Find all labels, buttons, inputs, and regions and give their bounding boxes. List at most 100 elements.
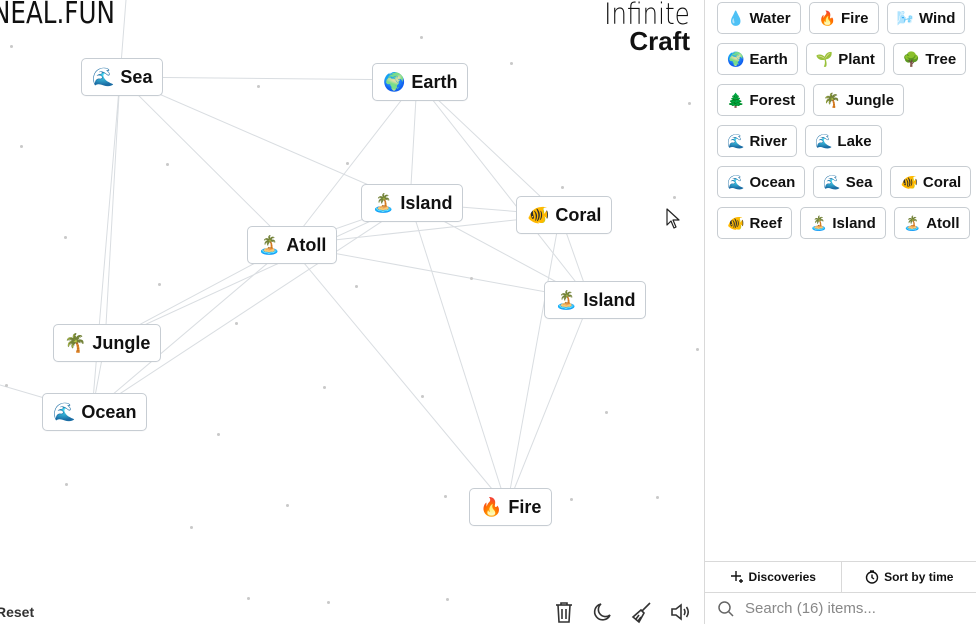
seedling-icon: 🌱 [815, 51, 834, 67]
item-label: Ocean [749, 173, 796, 191]
wave-icon: 🌊 [814, 133, 833, 149]
sidebar-item-forest[interactable]: 🌲 Forest [717, 84, 806, 116]
bg-dot [327, 601, 330, 604]
canvas-element-coral[interactable]: 🐠 Coral [516, 196, 613, 234]
item-label: Coral [922, 173, 962, 191]
sidebar-item-fire[interactable]: 🔥 Fire [808, 2, 879, 34]
wave-icon: 🌊 [727, 174, 745, 190]
item-label: Reef [749, 214, 782, 232]
element-label: Fire [508, 496, 542, 517]
sidebar-item-wind[interactable]: 🌬️ Wind [886, 2, 966, 34]
evergreen-tree-icon: 🌲 [727, 92, 745, 108]
bg-dot [64, 236, 67, 239]
brand-logo[interactable]: NEAL.FUN [0, 0, 115, 31]
canvas-element-atoll[interactable]: 🏝️ Atoll [247, 226, 338, 264]
search-input[interactable] [743, 599, 967, 618]
item-label: Island [832, 214, 876, 232]
wave-icon: 🌊 [53, 402, 76, 422]
sidebar-item-plant[interactable]: 🌱 Plant [805, 43, 885, 75]
sort-label: Sort by time [884, 570, 954, 584]
bg-dot [421, 395, 424, 398]
sidebar-item-earth[interactable]: 🌍 Earth [717, 43, 798, 75]
sidebar-item-ocean[interactable]: 🌊 Ocean [717, 166, 806, 198]
globe-icon: 🌍 [727, 51, 745, 67]
element-label: Sea [120, 66, 153, 87]
element-label: Jungle [92, 332, 151, 353]
fire-icon: 🔥 [818, 10, 836, 26]
trash-icon[interactable] [552, 600, 576, 624]
bg-dot [696, 348, 699, 351]
title-line-2: Craft [629, 26, 690, 56]
item-label: River [749, 132, 787, 150]
sidebar-items: 💧 Water 🔥 Fire 🌬️ Wind 🌍 Earth 🌱 Plant 🌳 [717, 2, 975, 239]
sidebar-item-jungle[interactable]: 🌴 Jungle [813, 84, 905, 116]
sidebar-item-sea[interactable]: 🌊 Sea [813, 166, 883, 198]
element-label: Ocean [81, 401, 137, 422]
bg-dot [20, 145, 23, 148]
bg-dot [420, 36, 423, 39]
globe-icon: 🌍 [383, 72, 406, 92]
sidebar-item-tree[interactable]: 🌳 Tree [892, 43, 967, 75]
bg-dot [355, 285, 358, 288]
bg-dot [247, 597, 250, 600]
fire-icon: 🔥 [480, 497, 503, 517]
element-label: Coral [555, 204, 602, 225]
sidebar-item-atoll[interactable]: 🏝️ Atoll [893, 207, 970, 239]
fish-icon: 🐠 [727, 215, 745, 231]
sidebar-item-river[interactable]: 🌊 River [717, 125, 797, 157]
item-label: Earth [749, 50, 788, 68]
bg-dot [510, 62, 513, 65]
bg-dot [673, 196, 676, 199]
bg-dot [257, 85, 260, 88]
tree-icon: 🌳 [902, 51, 921, 67]
bg-dot [10, 45, 13, 48]
canvas-element-fire[interactable]: 🔥 Fire [469, 488, 553, 526]
island-icon: 🏝️ [555, 290, 578, 310]
item-label: Tree [925, 50, 957, 68]
bg-dot [217, 433, 220, 436]
canvas-element-island-2[interactable]: 🏝️ Island [544, 281, 647, 319]
app-root: NEAL.FUN Infinite Craft 🌊 Sea 🌍 Earth 🏝️… [0, 0, 976, 624]
canvas-toolbar [552, 600, 693, 624]
palm-tree-icon: 🌴 [64, 333, 87, 353]
item-label: Plant [838, 50, 875, 68]
sparkle-icon [730, 571, 743, 583]
bg-dot [323, 386, 326, 389]
craft-canvas[interactable]: NEAL.FUN Infinite Craft 🌊 Sea 🌍 Earth 🏝️… [0, 0, 704, 624]
wave-icon: 🌊 [727, 133, 745, 149]
sidebar-item-lake[interactable]: 🌊 Lake [804, 125, 882, 157]
sidebar-item-water[interactable]: 💧 Water [717, 2, 801, 34]
sidebar-item-coral[interactable]: 🐠 Coral [890, 166, 972, 198]
bg-dot [688, 102, 691, 105]
item-label: Sea [845, 173, 873, 191]
moon-icon[interactable] [591, 600, 615, 624]
item-label: Forest [749, 91, 796, 109]
wave-icon: 🌊 [823, 174, 841, 190]
sound-icon[interactable] [669, 600, 693, 624]
item-label: Fire [841, 9, 869, 27]
element-label: Earth [411, 71, 458, 92]
bg-dot [166, 163, 169, 166]
reset-button[interactable]: Reset [0, 604, 34, 620]
search-icon [718, 600, 734, 617]
discoveries-button[interactable]: Discoveries [705, 562, 841, 592]
sidebar-item-island[interactable]: 🏝️ Island [799, 207, 886, 239]
bg-dot [570, 498, 573, 501]
bg-dot [561, 186, 564, 189]
broom-icon[interactable] [630, 600, 654, 624]
canvas-element-sea[interactable]: 🌊 Sea [81, 58, 164, 96]
item-label: Wind [918, 9, 956, 27]
sort-by-time-button[interactable]: Sort by time [840, 562, 976, 592]
element-label: Island [583, 289, 636, 310]
canvas-element-jungle[interactable]: 🌴 Jungle [53, 324, 162, 362]
wind-icon: 🌬️ [896, 10, 914, 26]
bg-dot [5, 384, 8, 387]
bg-dot [446, 598, 449, 601]
canvas-element-earth[interactable]: 🌍 Earth [372, 63, 469, 101]
island-icon: 🏝️ [372, 193, 395, 213]
canvas-element-ocean[interactable]: 🌊 Ocean [42, 393, 148, 431]
sidebar-item-reef[interactable]: 🐠 Reef [717, 207, 792, 239]
canvas-element-island[interactable]: 🏝️ Island [361, 184, 464, 222]
fish-icon: 🐠 [900, 174, 918, 190]
item-label: Jungle [845, 91, 895, 109]
